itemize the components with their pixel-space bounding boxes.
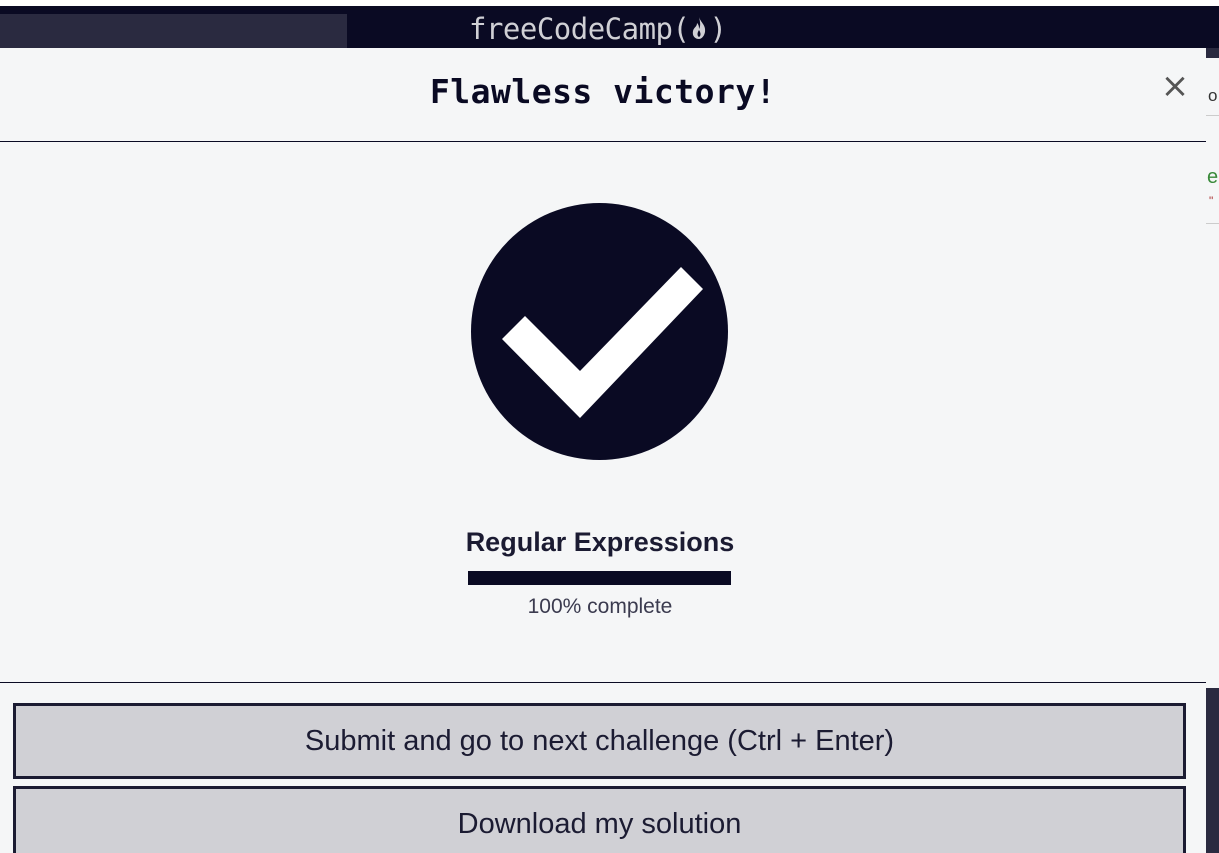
brand-text-close: )	[709, 12, 727, 46]
flame-icon	[689, 12, 709, 50]
download-solution-button[interactable]: Download my solution	[13, 786, 1186, 853]
divider	[1206, 223, 1219, 224]
close-button[interactable]: ×	[1160, 68, 1190, 104]
brand-text: freeCodeCamp(	[469, 12, 690, 46]
background-panel: o e "	[1206, 58, 1219, 688]
completion-modal: Flawless victory! × Regular Expressions …	[0, 48, 1206, 853]
divider	[0, 682, 1206, 683]
background-text: "	[1209, 194, 1214, 208]
checkmark-circle-icon	[471, 203, 728, 460]
block-title: Regular Expressions	[465, 527, 735, 557]
modal-header: Flawless victory! ×	[0, 48, 1206, 142]
brand-logo[interactable]: freeCodeCamp()	[469, 10, 727, 50]
background-text: o	[1208, 86, 1218, 105]
divider	[1206, 115, 1219, 116]
submit-next-challenge-button[interactable]: Submit and go to next challenge (Ctrl + …	[13, 703, 1186, 779]
background-text: e	[1207, 166, 1219, 188]
progress-bar-fill	[468, 571, 731, 585]
background-editor-strip: o e "	[1206, 48, 1219, 853]
top-navbar: freeCodeCamp()	[0, 0, 1219, 48]
modal-title: Flawless victory!	[429, 72, 777, 111]
progress-text: 100% complete	[527, 595, 673, 618]
search-input[interactable]	[0, 14, 347, 48]
progress-bar	[468, 571, 731, 585]
browser-edge	[0, 0, 1219, 6]
